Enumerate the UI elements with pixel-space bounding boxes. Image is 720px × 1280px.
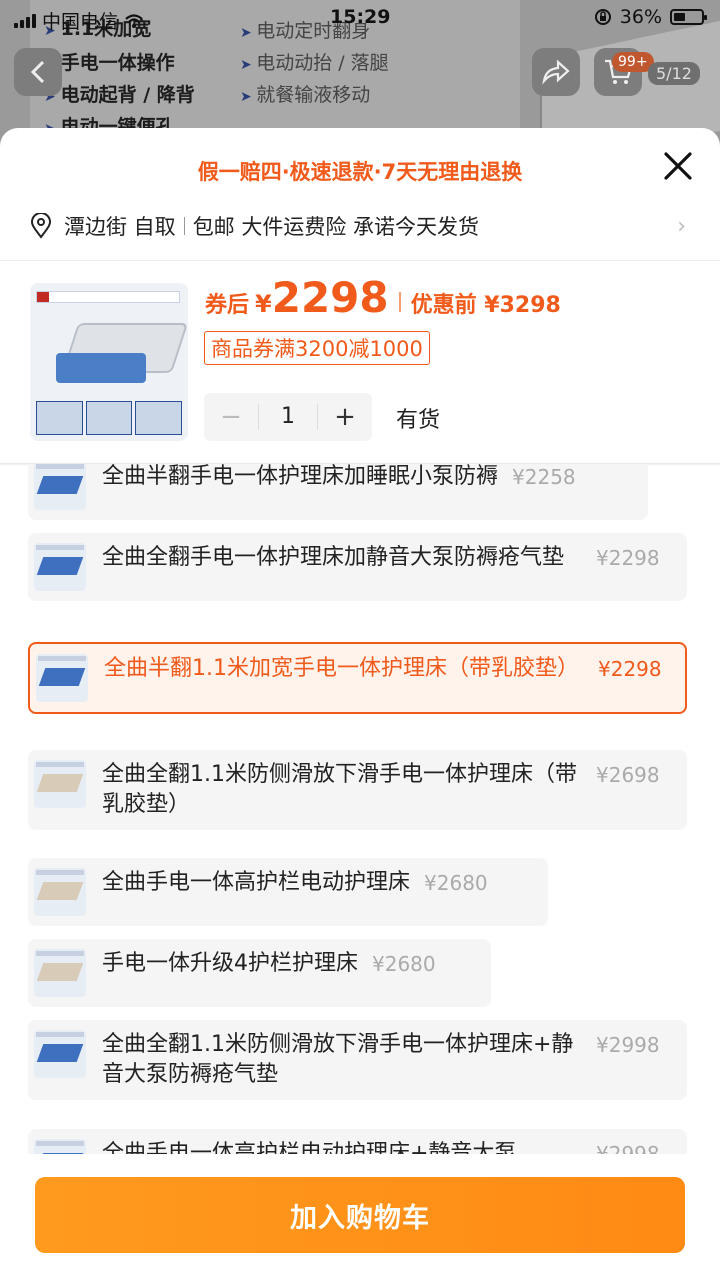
location-pin-icon bbox=[30, 213, 52, 239]
sku-option[interactable]: 全曲手电一体高护栏电动护理床+静音大泵 ¥2998 bbox=[28, 1129, 687, 1154]
rotation-lock-icon bbox=[594, 9, 611, 25]
bed-mattress-image bbox=[56, 353, 146, 383]
spec-row: 电动动抬 / 落腿 bbox=[240, 48, 388, 75]
option-thumbnail bbox=[34, 1139, 86, 1154]
sku-option[interactable]: 全曲全翻手电一体护理床加静音大泵防褥疮气垫 ¥2298 bbox=[28, 533, 687, 601]
after-coupon-price: 2298 bbox=[271, 273, 389, 322]
product-thumbnail[interactable] bbox=[30, 283, 188, 441]
add-to-cart-button[interactable]: 加入购物车 bbox=[35, 1177, 685, 1253]
option-price: ¥2998 bbox=[596, 1142, 660, 1154]
option-name: 手电一体升级4护栏护理床 bbox=[102, 951, 358, 976]
delivery-row[interactable]: 潭边街 自取 包邮 大件运费险 承诺今天发货 › bbox=[30, 208, 690, 244]
option-name: 全曲全翻1.1米防侧滑放下滑手电一体护理床+静音大泵防褥疮气垫 bbox=[102, 1032, 574, 1087]
option-thumbnail bbox=[34, 949, 86, 997]
sku-option[interactable]: 全曲手电一体高护栏电动护理床 ¥2680 bbox=[28, 858, 548, 926]
coupon-tag: 商品券满3200减1000 bbox=[204, 331, 430, 365]
battery-percent: 36% bbox=[619, 6, 662, 28]
sku-option-selected[interactable]: 全曲半翻1.1米加宽手电一体护理床（带乳胶垫） ¥2298 bbox=[28, 642, 687, 714]
clock: 15:29 bbox=[330, 6, 391, 28]
sku-option[interactable]: 全曲全翻1.1米防侧滑放下滑手电一体护理床+静音大泵防褥疮气垫 ¥2998 bbox=[28, 1020, 687, 1100]
status-bar: 中国电信 15:29 36% bbox=[0, 0, 720, 36]
divider bbox=[398, 292, 401, 312]
thumbnail-banner bbox=[36, 291, 180, 303]
option-price: ¥2998 bbox=[596, 1033, 660, 1057]
option-price: ¥2298 bbox=[596, 546, 660, 570]
decrease-button[interactable]: − bbox=[204, 402, 258, 432]
option-thumbnail bbox=[34, 464, 86, 510]
wifi-icon bbox=[125, 13, 143, 28]
option-name: 全曲全翻1.1米防侧滑放下滑手电一体护理床（带乳胶垫） bbox=[102, 762, 577, 817]
carrier-name: 中国电信 bbox=[42, 11, 119, 33]
signal-icon bbox=[14, 13, 36, 28]
sku-option-list: 全曲半翻手电一体护理床加睡眠小泵防褥 ¥2258 全曲全翻手电一体护理床加静音大… bbox=[0, 464, 720, 1154]
option-name: 全曲手电一体高护栏电动护理床+静音大泵 bbox=[102, 1141, 517, 1154]
chevron-left-icon bbox=[30, 60, 45, 84]
battery-icon bbox=[670, 9, 707, 25]
before-discount-price: 优惠前 ¥3298 bbox=[410, 293, 561, 318]
back-button[interactable] bbox=[14, 48, 62, 96]
spec-row: 就餐输液移动 bbox=[240, 80, 370, 107]
sku-option[interactable]: 全曲全翻1.1米防侧滑放下滑手电一体护理床（带乳胶垫） ¥2698 bbox=[28, 750, 687, 830]
option-thumbnail bbox=[34, 543, 86, 591]
sku-option[interactable]: 全曲半翻手电一体护理床加睡眠小泵防褥 ¥2258 bbox=[28, 464, 648, 520]
option-price: ¥2698 bbox=[596, 763, 660, 787]
chevron-right-icon: › bbox=[677, 214, 686, 239]
price-row: 券后 ¥ 2298 优惠前 ¥3298 bbox=[205, 273, 561, 322]
carrier: 中国电信 bbox=[14, 7, 144, 34]
currency-symbol: ¥ bbox=[255, 290, 272, 318]
pickup-location: 潭边街 自取 bbox=[64, 215, 176, 239]
divider bbox=[0, 260, 720, 261]
spec-row: 手电一体操作 bbox=[44, 48, 175, 75]
feature-thumbnails bbox=[36, 401, 183, 435]
option-thumbnail bbox=[34, 1030, 86, 1078]
stock-status: 有货 bbox=[396, 408, 441, 433]
option-thumbnail bbox=[34, 868, 86, 916]
option-price: ¥2298 bbox=[598, 657, 662, 681]
spec-row: 电动起背 / 降背 bbox=[44, 80, 195, 107]
option-name: 全曲半翻手电一体护理床加睡眠小泵防褥 bbox=[102, 464, 499, 489]
option-price: ¥2680 bbox=[424, 871, 488, 895]
option-name: 全曲半翻1.1米加宽手电一体护理床（带乳胶垫） bbox=[104, 656, 579, 681]
option-price: ¥2680 bbox=[372, 952, 436, 976]
status-right: 36% bbox=[594, 6, 707, 28]
option-price: ¥2258 bbox=[512, 465, 576, 489]
delivery-services: 包邮 大件运费险 承诺今天发货 bbox=[192, 215, 480, 239]
option-name: 全曲手电一体高护栏电动护理床 bbox=[102, 870, 411, 895]
share-icon bbox=[542, 59, 570, 85]
share-button[interactable] bbox=[532, 48, 580, 96]
option-name: 全曲全翻手电一体护理床加静音大泵防褥疮气垫 bbox=[102, 545, 565, 570]
image-pager: 5/12 bbox=[648, 62, 700, 85]
quantity-value[interactable]: 1 bbox=[258, 404, 318, 430]
sku-selector-sheet: 假一赔四·极速退款·7天无理由退换 潭边街 自取 包邮 大件运费险 承诺今天发货… bbox=[0, 128, 720, 1280]
promo-banner: 假一赔四·极速退款·7天无理由退换 bbox=[197, 160, 523, 184]
option-thumbnail bbox=[34, 760, 86, 808]
close-icon[interactable] bbox=[658, 146, 698, 186]
sku-option[interactable]: 手电一体升级4护栏护理床 ¥2680 bbox=[28, 939, 491, 1007]
increase-button[interactable]: + bbox=[318, 402, 372, 432]
option-thumbnail bbox=[36, 654, 88, 702]
quantity-stepper: − 1 + bbox=[204, 393, 372, 441]
after-coupon-label: 券后 bbox=[205, 293, 250, 318]
divider bbox=[183, 217, 185, 235]
